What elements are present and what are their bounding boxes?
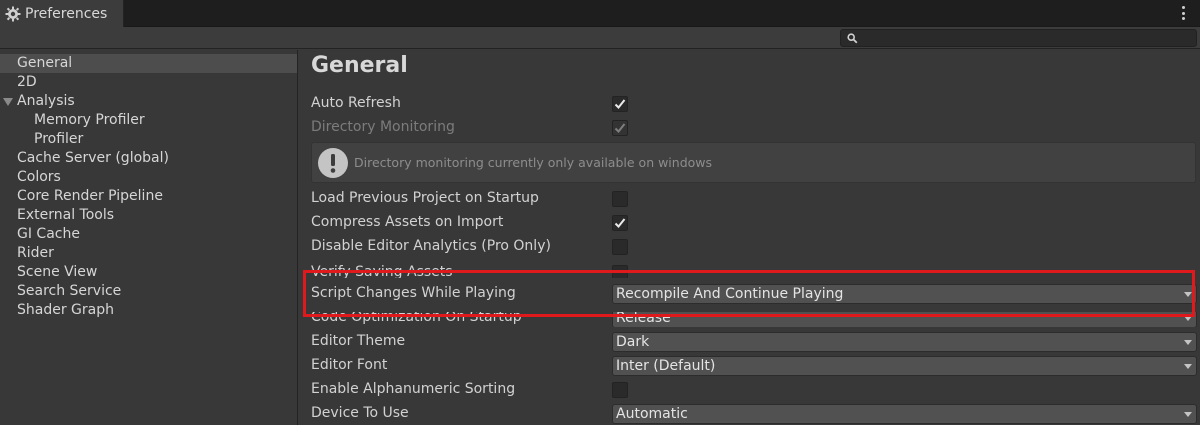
sidebar-item-shader-graph[interactable]: Shader Graph [0,301,297,320]
sidebar-item-label: Analysis [17,93,75,109]
setting-label: Auto Refresh [311,95,401,111]
sidebar-item-external-tools[interactable]: External Tools [0,206,297,225]
sidebar-item-search-service[interactable]: Search Service [0,282,297,301]
verify-saving-assets-checkbox[interactable] [612,265,628,278]
more-options-icon[interactable] [1182,6,1186,20]
disable-analytics-checkbox[interactable] [612,239,628,255]
sidebar-item-label: Shader Graph [17,302,114,318]
tab-title: Preferences [25,6,108,22]
dropdown-arrow-icon [1184,364,1192,369]
editor-theme-dropdown[interactable]: Dark [612,332,1197,352]
sidebar-item-label: External Tools [17,207,115,223]
dropdown-value: Inter (Default) [616,358,716,374]
search-icon [847,33,858,44]
compress-assets-checkbox[interactable] [612,215,628,231]
sidebar-item-label: Colors [17,169,61,185]
sidebar-item-label: Profiler [34,131,84,147]
sidebar-item-label: GI Cache [17,226,80,242]
code-optimization-dropdown[interactable]: Release [612,312,1197,327]
setting-label: Verify Saving Assets [311,264,453,278]
setting-label: Editor Font [311,357,388,373]
dropdown-value: Dark [616,334,650,350]
sidebar-item-label: Core Render Pipeline [17,188,163,204]
sidebar-item-rider[interactable]: Rider [0,244,297,263]
setting-label: Device To Use [311,405,409,421]
sidebar-item-label: Search Service [17,283,122,299]
tab-bar: Preferences [0,0,1200,28]
setting-alphanumeric-sorting: Enable Alphanumeric Sorting [311,379,1200,402]
setting-label: Directory Monitoring [311,119,455,135]
sidebar-item-label: Memory Profiler [34,112,145,128]
dropdown-arrow-icon [1184,316,1192,321]
search-input[interactable] [840,29,1197,47]
sidebar-item-gi-cache[interactable]: GI Cache [0,225,297,244]
load-previous-project-checkbox[interactable] [612,191,628,207]
setting-disable-analytics: Disable Editor Analytics (Pro Only) [311,236,1200,259]
sidebar-item-label: 2D [17,74,37,90]
page-title: General [311,53,408,78]
setting-label: Editor Theme [311,333,406,349]
sidebar-item-label: Rider [17,245,54,261]
editor-font-dropdown[interactable]: Inter (Default) [612,356,1197,376]
setting-label: Script Changes While Playing [311,285,516,301]
toolbar [0,27,1200,49]
device-to-use-dropdown[interactable]: Automatic [612,404,1197,424]
setting-label: Compress Assets on Import [311,214,504,230]
dropdown-value: Release [616,312,671,326]
sidebar-item-label: Cache Server (global) [17,150,169,166]
setting-compress-assets: Compress Assets on Import [311,212,1200,235]
sidebar-item-scene-view[interactable]: Scene View [0,263,297,282]
alphanumeric-sorting-checkbox[interactable] [612,382,628,398]
sidebar-item-cache-server[interactable]: Cache Server (global) [0,149,297,168]
setting-verify-saving-assets: Verify Saving Assets [311,262,1200,278]
setting-editor-theme: Editor Theme Dark [311,331,1200,354]
sidebar-item-memory-profiler[interactable]: Memory Profiler [0,111,297,130]
script-changes-dropdown[interactable]: Recompile And Continue Playing [612,284,1197,304]
dropdown-value: Automatic [616,406,688,422]
setting-load-previous-project: Load Previous Project on Startup [311,188,1200,211]
sidebar-item-colors[interactable]: Colors [0,168,297,187]
gear-icon [5,6,21,22]
dropdown-arrow-icon [1184,340,1192,345]
info-help-box: Directory monitoring currently only avai… [311,142,1196,183]
dropdown-arrow-icon [1184,412,1192,417]
setting-device-to-use: Device To Use Automatic [311,403,1200,425]
sidebar-item-analysis[interactable]: Analysis [0,92,297,111]
checkmark-icon [614,218,626,228]
settings-panel: General Auto Refresh Directory Monitorin… [299,50,1200,425]
setting-editor-font: Editor Font Inter (Default) [311,355,1200,378]
help-message: Directory monitoring currently only avai… [354,155,713,170]
setting-directory-monitoring: Directory Monitoring [311,117,1200,140]
dropdown-arrow-icon [1184,292,1192,297]
checkmark-icon [614,123,626,133]
checkmark-icon [614,99,626,109]
preferences-tab[interactable]: Preferences [0,0,124,28]
sidebar-item-label: Scene View [17,264,98,280]
setting-label: Code Optimization On Startup [311,312,522,325]
sidebar-item-general[interactable]: General [0,54,297,73]
setting-code-optimization: Code Optimization On Startup Release [311,312,1200,327]
setting-label: Disable Editor Analytics (Pro Only) [311,238,551,254]
sidebar-item-core-render-pipeline[interactable]: Core Render Pipeline [0,187,297,206]
expand-triangle-icon[interactable] [3,98,13,106]
auto-refresh-checkbox[interactable] [612,96,628,112]
dropdown-value: Recompile And Continue Playing [616,286,844,302]
warning-icon [318,148,348,178]
setting-label: Load Previous Project on Startup [311,190,539,206]
setting-auto-refresh: Auto Refresh [311,93,1200,116]
setting-script-changes: Script Changes While Playing Recompile A… [311,283,1200,306]
preferences-sidebar: General 2D Analysis Memory Profiler Prof… [0,50,298,425]
setting-label: Enable Alphanumeric Sorting [311,381,516,397]
directory-monitoring-checkbox [612,120,628,136]
sidebar-item-profiler[interactable]: Profiler [0,130,297,149]
sidebar-item-label: General [17,55,73,71]
sidebar-item-2d[interactable]: 2D [0,73,297,92]
